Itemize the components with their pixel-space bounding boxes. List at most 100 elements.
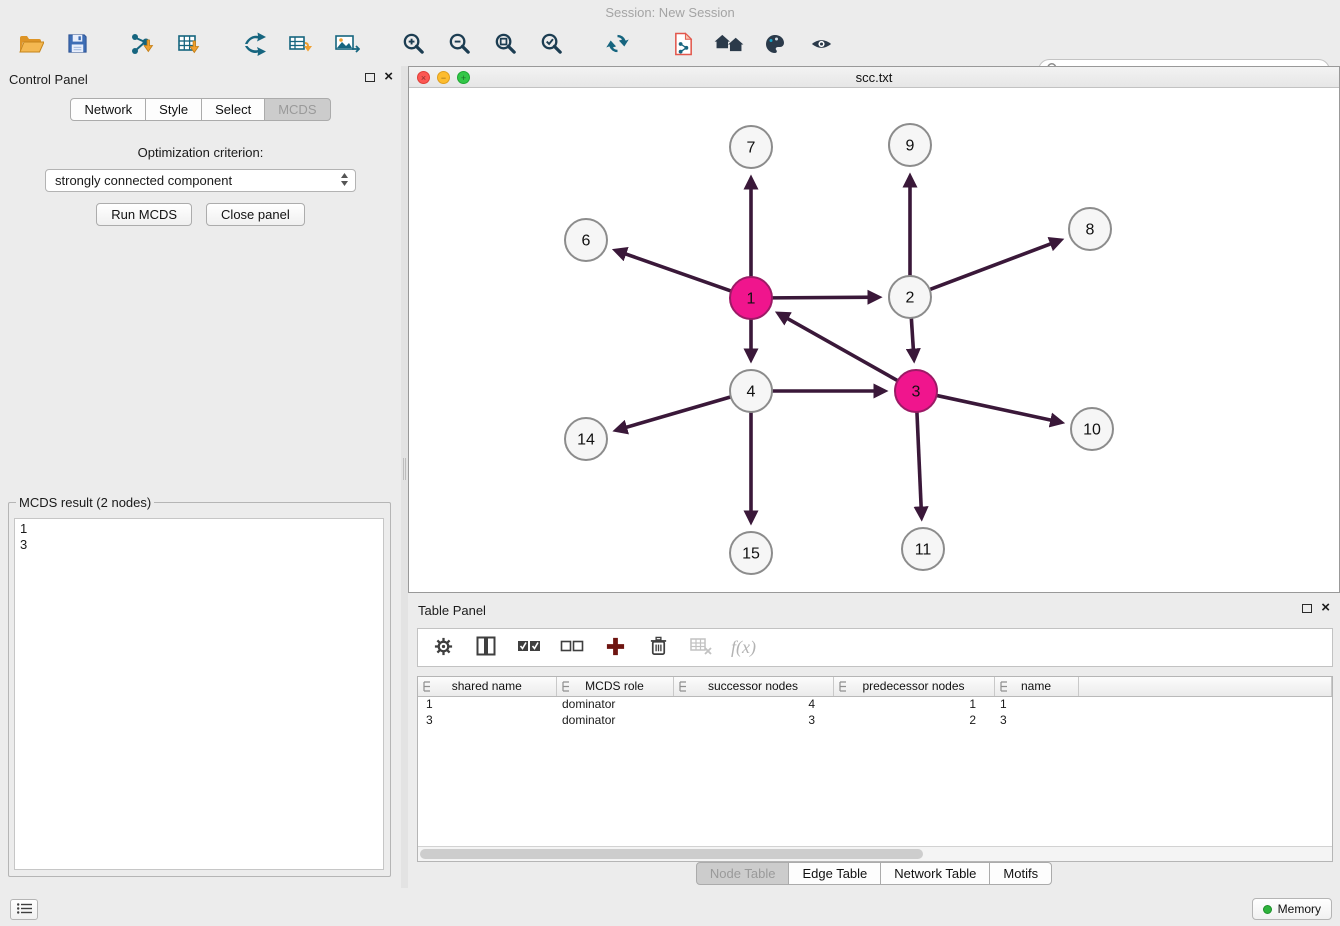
edge-2-3[interactable] xyxy=(911,318,914,359)
node-11[interactable]: 11 xyxy=(902,528,944,570)
column-header-shared-name[interactable]: shared name xyxy=(418,677,556,696)
zoom-selected-icon xyxy=(539,31,564,59)
close-panel-button[interactable]: Close panel xyxy=(206,203,305,226)
cell-shared-name[interactable]: 3 xyxy=(418,712,556,728)
sort-icon[interactable] xyxy=(561,681,571,695)
cell-name[interactable]: 1 xyxy=(994,696,1078,712)
apply-layout-icon xyxy=(242,31,268,60)
chevron-updown-icon xyxy=(340,172,349,190)
node-14[interactable]: 14 xyxy=(565,418,607,460)
delete-table-button[interactable] xyxy=(688,635,714,661)
home-button[interactable] xyxy=(710,28,748,62)
edge-1-2[interactable] xyxy=(772,297,878,298)
node-2[interactable]: 2 xyxy=(889,276,931,318)
column-header-successor-nodes[interactable]: successor nodes xyxy=(673,677,833,696)
svg-text:2: 2 xyxy=(906,290,915,307)
column-header-predecessor-nodes[interactable]: predecessor nodes xyxy=(833,677,994,696)
zoom-selected-button[interactable] xyxy=(532,28,570,62)
horizontal-scrollbar[interactable] xyxy=(418,846,1332,861)
cell-shared-name[interactable]: 1 xyxy=(418,696,556,712)
network-graph[interactable]: 7 9 6 8 1 2 4 3 14 10 15 11 xyxy=(409,88,1339,592)
edge-3-10[interactable] xyxy=(937,395,1061,422)
node-8[interactable]: 8 xyxy=(1069,208,1111,250)
node-1[interactable]: 1 xyxy=(730,277,772,319)
save-session-button[interactable] xyxy=(58,28,96,62)
task-history-button[interactable] xyxy=(10,899,38,920)
cell-predecessor-nodes[interactable]: 2 xyxy=(833,712,994,728)
zoom-out-button[interactable] xyxy=(440,28,478,62)
svg-text:7: 7 xyxy=(747,140,756,157)
network-from-table-button[interactable] xyxy=(282,28,320,62)
cell-MCDS-role[interactable]: dominator xyxy=(556,712,673,728)
refresh-button[interactable] xyxy=(598,28,636,62)
clone-network-icon xyxy=(672,31,695,60)
node-6[interactable]: 6 xyxy=(565,219,607,261)
cell-MCDS-role[interactable]: dominator xyxy=(556,696,673,712)
add-row-button[interactable] xyxy=(602,635,628,661)
clone-network-button[interactable] xyxy=(664,28,702,62)
edge-2-8[interactable] xyxy=(930,240,1060,289)
node-15[interactable]: 15 xyxy=(730,532,772,574)
memory-button[interactable]: Memory xyxy=(1252,898,1332,920)
mcds-result-text[interactable]: 1 3 xyxy=(14,518,384,870)
zoom-in-button[interactable] xyxy=(394,28,432,62)
open-session-button[interactable] xyxy=(12,28,50,62)
table-row[interactable]: 3dominator323 xyxy=(418,712,1332,728)
network-canvas[interactable]: 7 9 6 8 1 2 4 3 14 10 15 11 xyxy=(409,88,1339,592)
node-9[interactable]: 9 xyxy=(889,124,931,166)
unselect-all-button[interactable] xyxy=(559,635,585,661)
tab-network[interactable]: Network xyxy=(70,98,146,121)
table-panel-title: Table Panel xyxy=(418,603,486,618)
edge-1-6[interactable] xyxy=(616,251,731,291)
tab-node-table[interactable]: Node Table xyxy=(696,862,790,885)
show-columns-button[interactable] xyxy=(473,635,499,661)
import-table-button[interactable] xyxy=(170,28,208,62)
column-header-mcds-role[interactable]: MCDS role xyxy=(556,677,673,696)
column-header-name[interactable]: name xyxy=(994,677,1078,696)
style-button[interactable] xyxy=(756,28,794,62)
function-builder-button[interactable]: f(x) xyxy=(731,635,756,661)
tab-select[interactable]: Select xyxy=(201,98,265,121)
cell-name[interactable]: 3 xyxy=(994,712,1078,728)
sort-icon[interactable] xyxy=(999,681,1009,695)
apply-layout-button[interactable] xyxy=(236,28,274,62)
edge-3-11[interactable] xyxy=(917,412,922,517)
cell-successor-nodes[interactable]: 4 xyxy=(673,696,833,712)
select-all-button[interactable] xyxy=(516,635,542,661)
tab-edge-table[interactable]: Edge Table xyxy=(788,862,881,885)
export-image-button[interactable] xyxy=(328,28,366,62)
sort-icon[interactable] xyxy=(678,681,688,695)
criterion-select[interactable]: strongly connected component xyxy=(45,169,356,192)
close-table-panel-icon[interactable]: × xyxy=(1321,602,1330,614)
settings-gear-button[interactable] xyxy=(430,635,456,661)
zoom-window-button[interactable]: + xyxy=(457,71,470,84)
edge-3-1[interactable] xyxy=(779,314,898,381)
cell-predecessor-nodes[interactable]: 1 xyxy=(833,696,994,712)
node-7[interactable]: 7 xyxy=(730,126,772,168)
zoom-fit-button[interactable] xyxy=(486,28,524,62)
run-mcds-button[interactable]: Run MCDS xyxy=(96,203,192,226)
import-network-button[interactable] xyxy=(124,28,162,62)
show-hide-button[interactable] xyxy=(802,28,840,62)
cell-successor-nodes[interactable]: 3 xyxy=(673,712,833,728)
sort-icon[interactable] xyxy=(422,681,432,695)
edge-4-14[interactable] xyxy=(617,397,731,430)
tab-mcds[interactable]: MCDS xyxy=(264,98,330,121)
float-panel-icon[interactable] xyxy=(365,73,375,82)
tab-network-table[interactable]: Network Table xyxy=(880,862,990,885)
node-4[interactable]: 4 xyxy=(730,370,772,412)
network-window-title: scc.txt xyxy=(409,67,1339,88)
delete-row-button[interactable] xyxy=(645,635,671,661)
node-3[interactable]: 3 xyxy=(895,370,937,412)
table-row[interactable]: 1dominator411 xyxy=(418,696,1332,712)
float-table-panel-icon[interactable] xyxy=(1302,604,1312,613)
panel-splitter[interactable] xyxy=(401,66,408,888)
node-10[interactable]: 10 xyxy=(1071,408,1113,450)
close-window-button[interactable]: × xyxy=(417,71,430,84)
tab-motifs[interactable]: Motifs xyxy=(989,862,1052,885)
add-row-icon xyxy=(605,636,626,660)
sort-icon[interactable] xyxy=(838,681,848,695)
close-panel-icon[interactable]: × xyxy=(384,71,393,83)
minimize-window-button[interactable]: − xyxy=(437,71,450,84)
tab-style[interactable]: Style xyxy=(145,98,202,121)
